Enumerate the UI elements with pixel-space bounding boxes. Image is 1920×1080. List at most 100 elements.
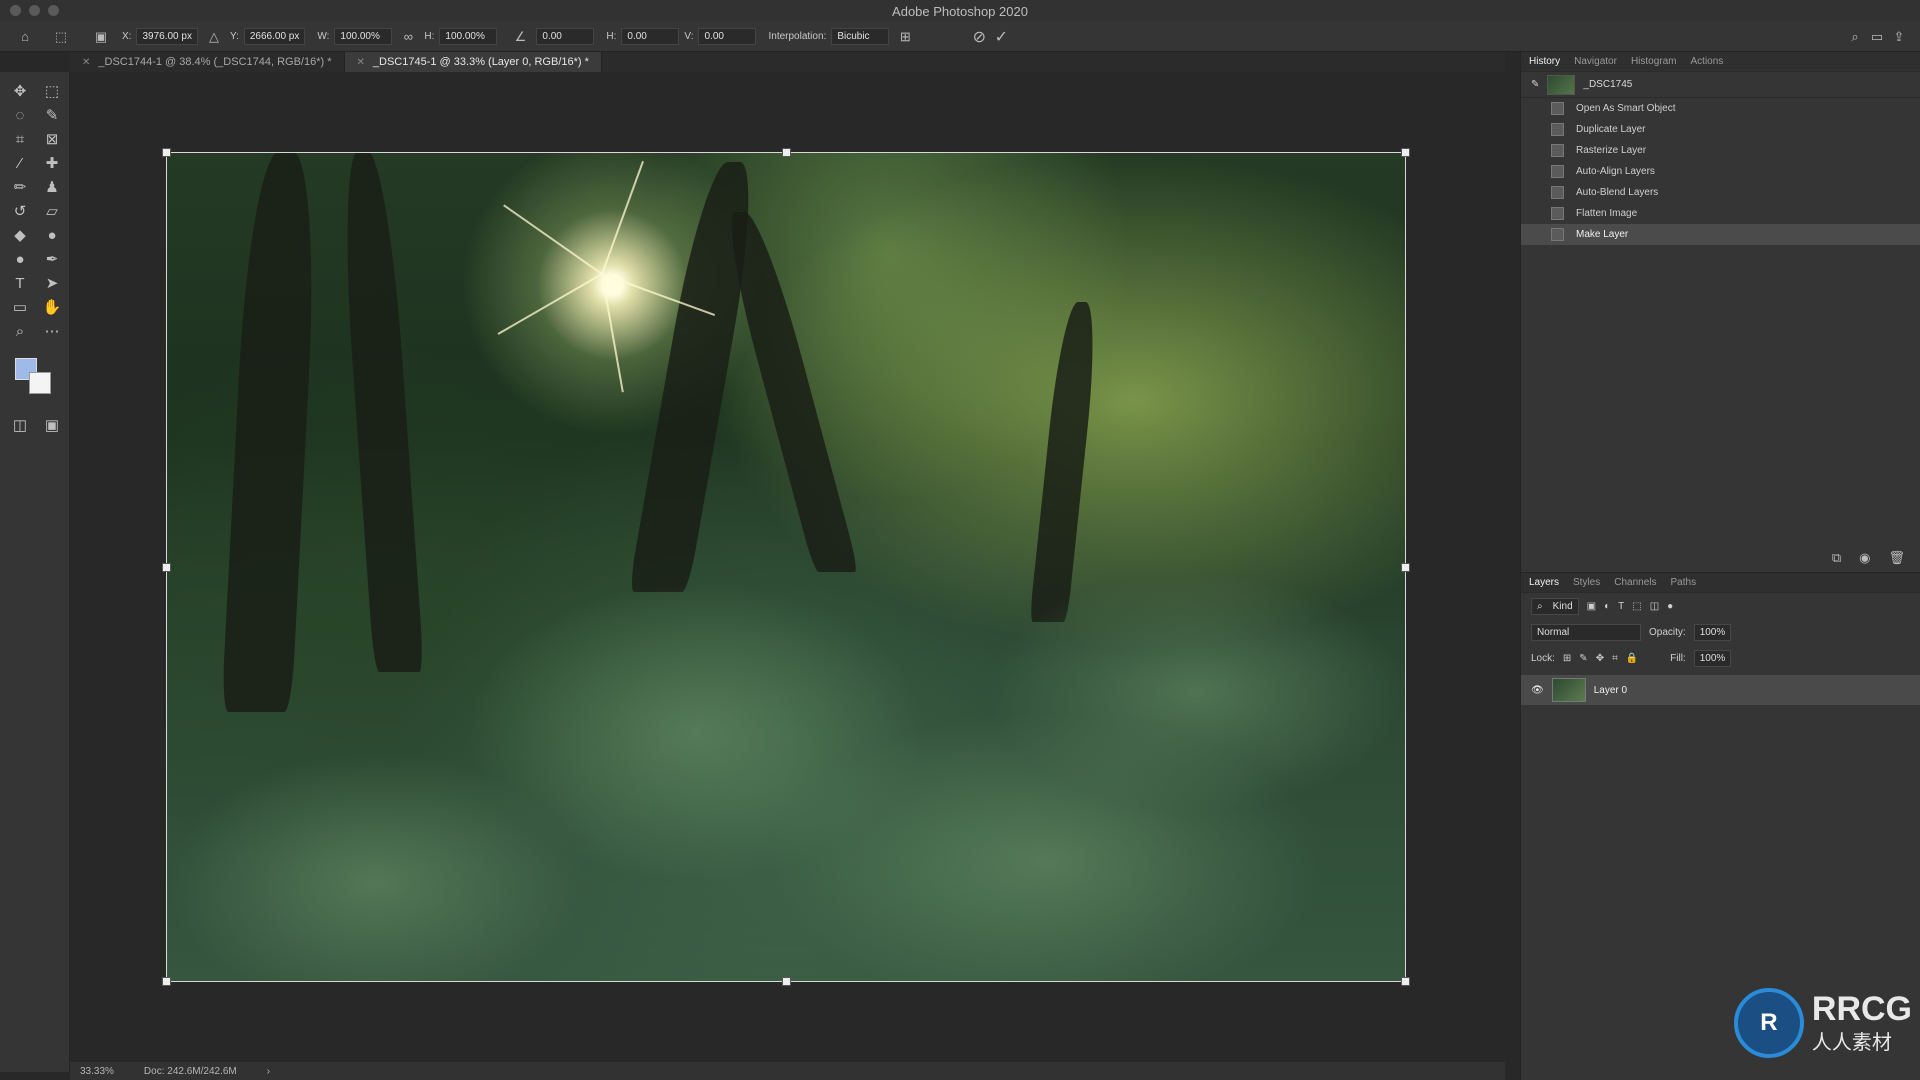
x-input[interactable]: 3976.00 px (136, 28, 198, 45)
share-icon[interactable]: ⇪ (1888, 27, 1910, 47)
path-select-tool-icon[interactable]: ➤ (37, 272, 67, 294)
eye-icon[interactable]: 👁 (1531, 685, 1544, 696)
minimize-window-button[interactable] (29, 5, 40, 16)
filter-type-icon[interactable]: T (1618, 601, 1624, 612)
chevron-right-icon[interactable]: › (267, 1066, 270, 1077)
width-input[interactable]: 100.00% (334, 28, 393, 45)
tool-preset-icon[interactable]: ⬚ (50, 27, 72, 47)
close-tab-icon[interactable]: ✕ (82, 57, 90, 68)
doc-tab-1[interactable]: ✕ _DSC1744-1 @ 38.4% (_DSC1744, RGB/16*)… (70, 52, 345, 72)
fill-input[interactable]: 100% (1693, 649, 1732, 667)
trash-icon[interactable]: 🗑 (1888, 550, 1905, 566)
background-color-swatch[interactable] (29, 372, 51, 394)
dodge-tool-icon[interactable]: ● (5, 248, 35, 270)
zoom-tool-icon[interactable]: ⌕ (5, 320, 35, 342)
history-item[interactable]: Auto-Align Layers (1521, 161, 1920, 182)
pen-tool-icon[interactable]: ✒ (37, 248, 67, 270)
color-swatches[interactable] (15, 358, 55, 400)
tab-layers[interactable]: Layers (1529, 577, 1559, 588)
hskew-input[interactable]: 0.00 (621, 28, 680, 45)
reference-point-icon[interactable]: ▣ (90, 27, 112, 47)
doc-tab-2[interactable]: ✕ _DSC1745-1 @ 33.3% (Layer 0, RGB/16*) … (344, 52, 602, 72)
kind-filter-select[interactable]: ⌕ Kind (1531, 597, 1579, 615)
window-controls[interactable] (10, 5, 59, 16)
move-tool-icon[interactable]: ✥ (5, 80, 35, 102)
layer-filter-row: ⌕ Kind ▣ ◐ T ⬚ ◫ ● (1521, 593, 1920, 619)
camera-icon[interactable]: ◉ (1859, 550, 1870, 566)
h-label: H: (424, 31, 435, 42)
healing-tool-icon[interactable]: ✚ (37, 152, 67, 174)
tab-actions[interactable]: Actions (1691, 56, 1724, 67)
history-brush-tool-icon[interactable]: ↺ (5, 200, 35, 222)
layer-name[interactable]: Layer 0 (1594, 685, 1627, 696)
tab-paths[interactable]: Paths (1671, 577, 1697, 588)
rectangle-tool-icon[interactable]: ▭ (5, 296, 35, 318)
lock-transparent-icon[interactable]: ⊞ (1563, 653, 1571, 664)
stamp-tool-icon[interactable]: ♟ (37, 176, 67, 198)
history-item[interactable]: Open As Smart Object (1521, 98, 1920, 119)
filter-adjustment-icon[interactable]: ◐ (1604, 601, 1610, 612)
history-brush-source-icon[interactable]: ✎ (1531, 79, 1539, 90)
history-item[interactable]: Rasterize Layer (1521, 140, 1920, 161)
filter-toggle-icon[interactable]: ● (1667, 601, 1673, 612)
lasso-tool-icon[interactable]: ◌ (5, 104, 35, 126)
close-window-button[interactable] (10, 5, 21, 16)
hskew-label: H: (606, 31, 617, 42)
history-state-icon (1551, 228, 1564, 241)
history-state-icon (1551, 144, 1564, 157)
workspace-icon[interactable]: ▭ (1866, 27, 1888, 47)
tab-styles[interactable]: Styles (1573, 577, 1600, 588)
lock-artboard-icon[interactable]: ⌗ (1612, 653, 1618, 664)
cancel-transform-icon[interactable]: ⊘ (968, 27, 990, 47)
paint-bucket-tool-icon[interactable]: ◆ (5, 224, 35, 246)
zoom-level[interactable]: 33.33% (80, 1066, 114, 1077)
search-icon[interactable]: ⌕ (1844, 27, 1866, 47)
vskew-input[interactable]: 0.00 (698, 28, 757, 45)
tab-history[interactable]: History (1529, 56, 1560, 67)
more-tools-icon[interactable]: ⋯ (37, 320, 67, 342)
quick-mask-icon[interactable]: ◫ (5, 414, 35, 436)
document-image[interactable] (166, 152, 1406, 982)
new-document-from-state-icon[interactable]: ⧉ (1832, 550, 1841, 566)
history-item[interactable]: Duplicate Layer (1521, 119, 1920, 140)
blur-tool-icon[interactable]: ● (37, 224, 67, 246)
screen-mode-icon[interactable]: ▣ (37, 414, 67, 436)
commit-transform-icon[interactable]: ✓ (990, 27, 1012, 47)
canvas-area[interactable] (70, 72, 1505, 1062)
filter-pixel-icon[interactable]: ▣ (1587, 601, 1596, 612)
quick-select-tool-icon[interactable]: ✎ (37, 104, 67, 126)
tab-navigator[interactable]: Navigator (1574, 56, 1617, 67)
height-input[interactable]: 100.00% (439, 28, 498, 45)
type-tool-icon[interactable]: T (5, 272, 35, 294)
history-snapshot[interactable]: ✎ _DSC1745 (1521, 72, 1920, 98)
lock-position-icon[interactable]: ✥ (1596, 653, 1604, 664)
filter-smart-object-icon[interactable]: ◫ (1650, 601, 1659, 612)
crop-tool-icon[interactable]: ⌗ (5, 128, 35, 150)
marquee-tool-icon[interactable]: ⬚ (37, 80, 67, 102)
history-item-selected[interactable]: Make Layer (1521, 224, 1920, 245)
blend-mode-select[interactable]: Normal (1531, 623, 1641, 641)
hand-tool-icon[interactable]: ✋ (37, 296, 67, 318)
filter-shape-icon[interactable]: ⬚ (1632, 601, 1641, 612)
brush-tool-icon[interactable]: ✏ (5, 176, 35, 198)
frame-tool-icon[interactable]: ⊠ (37, 128, 67, 150)
opacity-input[interactable]: 100% (1693, 623, 1732, 641)
link-icon[interactable]: ∞ (397, 27, 419, 47)
angle-input[interactable]: 0.00 (536, 28, 595, 45)
layer-row[interactable]: 👁 Layer 0 (1521, 675, 1920, 705)
interpolation-select[interactable]: Bicubic (831, 28, 890, 45)
history-item[interactable]: Flatten Image (1521, 203, 1920, 224)
eyedropper-tool-icon[interactable]: ⁄ (5, 152, 35, 174)
lock-pixels-icon[interactable]: ✎ (1579, 653, 1587, 664)
close-tab-icon[interactable]: ✕ (357, 57, 365, 68)
eraser-tool-icon[interactable]: ▱ (37, 200, 67, 222)
warp-icon[interactable]: ⊞ (894, 27, 916, 47)
y-input[interactable]: 2666.00 px (243, 28, 306, 45)
lock-all-icon[interactable]: 🔒 (1626, 653, 1638, 664)
relative-position-icon[interactable]: △ (203, 27, 225, 47)
tab-histogram[interactable]: Histogram (1631, 56, 1677, 67)
home-icon[interactable]: ⌂ (14, 27, 36, 47)
tab-channels[interactable]: Channels (1614, 577, 1656, 588)
zoom-window-button[interactable] (48, 5, 59, 16)
history-item[interactable]: Auto-Blend Layers (1521, 182, 1920, 203)
